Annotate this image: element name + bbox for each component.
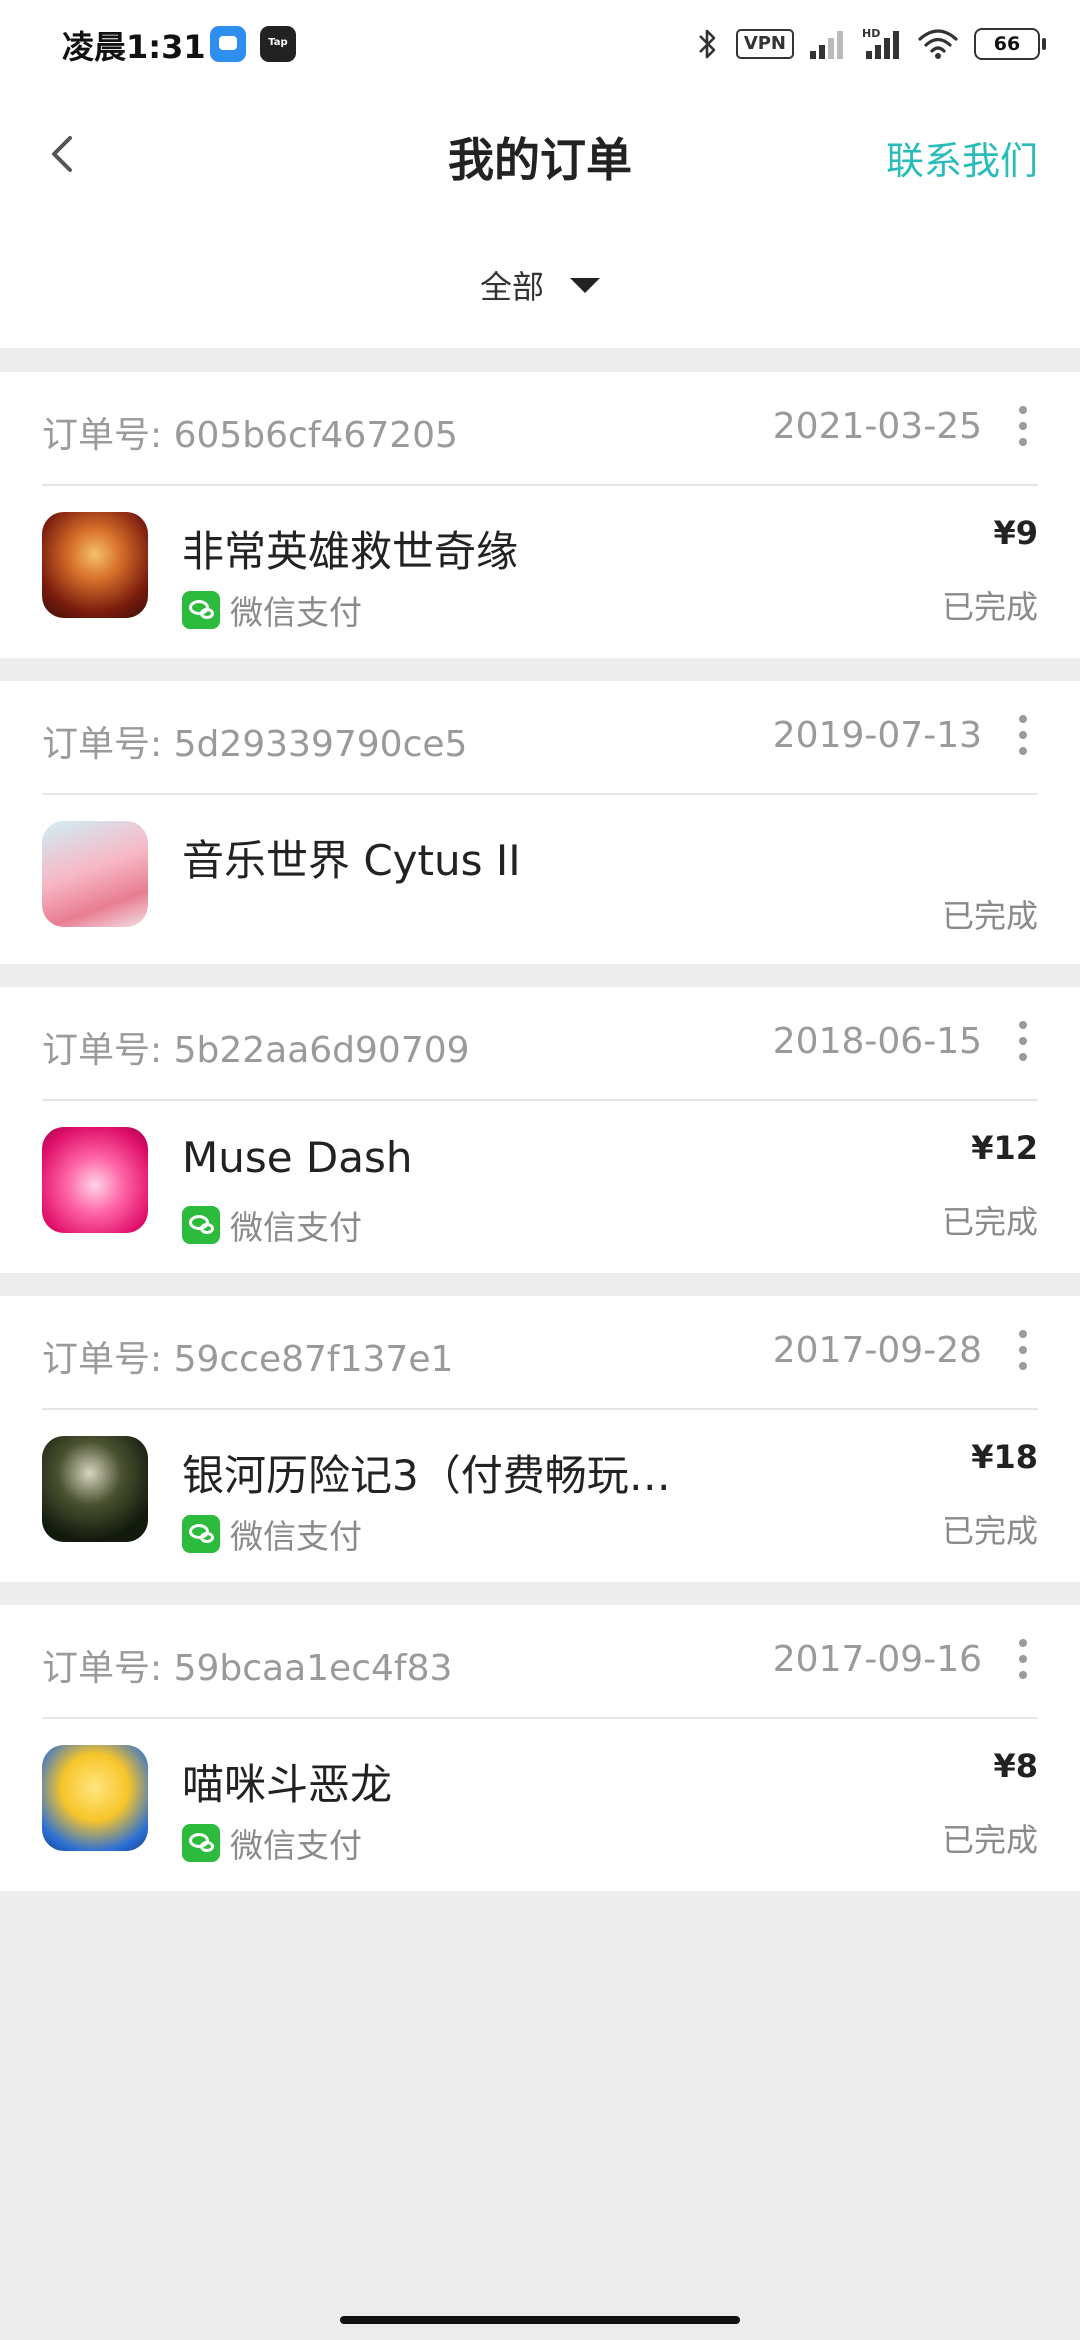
order-card-header: 订单号: 605b6cf467205 2021-03-25	[42, 372, 1038, 486]
payment-label: 微信支付	[230, 1208, 362, 1247]
payment-label: 微信支付	[230, 1517, 362, 1556]
status-icons: VPN HD 66	[694, 22, 1046, 66]
contact-us-button[interactable]: 联系我们	[886, 130, 1038, 185]
order-status: 已完成	[941, 1821, 1038, 1859]
order-price: ¥12	[971, 1129, 1038, 1167]
signal-icon	[810, 31, 843, 59]
order-number: 订单号: 59bcaa1ec4f83	[42, 1648, 453, 1689]
order-status: 已完成	[941, 1512, 1038, 1550]
more-options-button[interactable]	[1008, 1322, 1038, 1378]
payment-label: 微信支付	[230, 593, 362, 632]
more-options-button[interactable]	[1008, 1631, 1038, 1687]
payment-method: 微信支付	[182, 1823, 362, 1865]
app-icon[interactable]	[42, 821, 148, 927]
app-icon[interactable]	[42, 512, 148, 618]
top-app-bar: 我的订单 联系我们	[0, 110, 1080, 200]
order-card-header: 订单号: 59bcaa1ec4f83 2017-09-16	[42, 1605, 1038, 1719]
app-icon[interactable]	[42, 1436, 148, 1542]
order-number: 订单号: 5d29339790ce5	[42, 724, 468, 765]
caret-down-icon	[570, 277, 600, 293]
order-number: 订单号: 59cce87f137e1	[42, 1339, 454, 1380]
home-indicator[interactable]	[340, 2316, 740, 2324]
app-name[interactable]: 非常英雄救世奇缘	[182, 518, 518, 579]
order-date: 2019-07-13	[772, 715, 982, 756]
order-card: 订单号: 5b22aa6d90709 2018-06-15 Muse Dash …	[0, 987, 1080, 1273]
wechat-pay-icon	[182, 1515, 220, 1553]
order-card-header: 订单号: 5b22aa6d90709 2018-06-15	[42, 987, 1038, 1101]
notification-app-icon	[210, 26, 246, 62]
order-card: 订单号: 59cce87f137e1 2017-09-28 银河历险记3（付费畅…	[0, 1296, 1080, 1582]
app-icon[interactable]	[42, 1745, 148, 1851]
wechat-pay-icon	[182, 1206, 220, 1244]
order-card: 订单号: 5d29339790ce5 2019-07-13 音乐世界 Cytus…	[0, 681, 1080, 964]
payment-method: 微信支付	[182, 1514, 362, 1556]
app-icon[interactable]	[42, 1127, 148, 1233]
more-options-button[interactable]	[1008, 707, 1038, 763]
status-time: 凌晨1:31	[62, 28, 206, 66]
order-status: 已完成	[941, 1203, 1038, 1241]
order-card: 订单号: 59bcaa1ec4f83 2017-09-16 喵咪斗恶龙 微信支付…	[0, 1605, 1080, 1891]
taptap-icon: Tap	[260, 26, 296, 62]
order-date: 2017-09-28	[772, 1330, 982, 1371]
payment-method: 微信支付	[182, 1205, 362, 1247]
order-price: ¥9	[993, 514, 1038, 552]
app-name[interactable]: 银河历险记3（付费畅玩…	[182, 1442, 671, 1503]
status-bar: 凌晨1:31 Tap VPN HD 66	[0, 0, 1080, 90]
wechat-pay-icon	[182, 591, 220, 629]
order-date: 2017-09-16	[772, 1639, 982, 1680]
order-filter-dropdown[interactable]: 全部	[0, 262, 1080, 308]
order-date: 2018-06-15	[772, 1021, 982, 1062]
filter-selected-label: 全部	[479, 268, 544, 306]
order-status: 已完成	[941, 897, 1038, 935]
wifi-icon	[918, 29, 958, 59]
app-name[interactable]: 喵咪斗恶龙	[182, 1751, 392, 1812]
app-name[interactable]: 音乐世界 Cytus II	[182, 827, 521, 888]
order-status: 已完成	[941, 588, 1038, 626]
payment-label: 微信支付	[230, 1826, 362, 1865]
more-options-button[interactable]	[1008, 1013, 1038, 1069]
order-card: 订单号: 605b6cf467205 2021-03-25 非常英雄救世奇缘 微…	[0, 372, 1080, 658]
vpn-icon: VPN	[735, 29, 794, 59]
order-number: 订单号: 605b6cf467205	[42, 415, 458, 456]
app-name[interactable]: Muse Dash	[182, 1133, 413, 1182]
more-options-button[interactable]	[1008, 398, 1038, 454]
payment-method: 微信支付	[182, 590, 362, 632]
hd-signal-icon: HD	[862, 27, 899, 59]
order-price: ¥18	[971, 1438, 1038, 1476]
order-card-header: 订单号: 5d29339790ce5 2019-07-13	[42, 681, 1038, 795]
order-number: 订单号: 5b22aa6d90709	[42, 1030, 470, 1071]
wechat-pay-icon	[182, 1824, 220, 1862]
order-price: ¥8	[993, 1747, 1038, 1785]
order-date: 2021-03-25	[772, 406, 982, 447]
svg-text:HD: HD	[862, 27, 880, 40]
battery-icon: 66	[974, 28, 1046, 60]
bluetooth-icon	[698, 29, 716, 59]
order-card-header: 订单号: 59cce87f137e1 2017-09-28	[42, 1296, 1038, 1410]
